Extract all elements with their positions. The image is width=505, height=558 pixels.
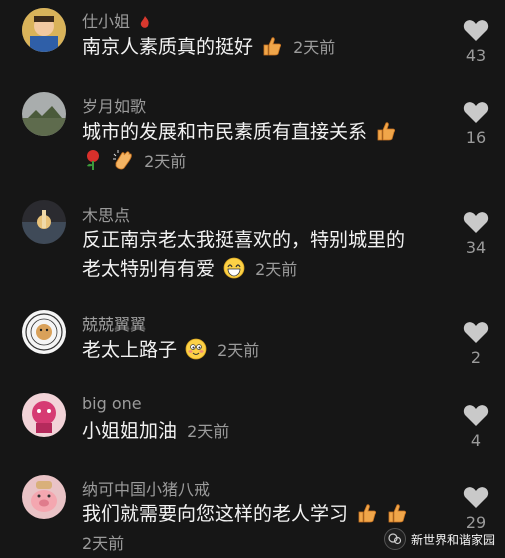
like-button[interactable]: 4: [462, 403, 490, 450]
like-count: 43: [465, 46, 487, 65]
comment-text[interactable]: 南京人素质真的挺好 2天前: [82, 33, 413, 62]
rose-icon: [82, 149, 104, 171]
heart-icon: [463, 20, 489, 41]
comment-text[interactable]: 老太上路子 2天前: [82, 336, 413, 365]
avatar[interactable]: [22, 310, 66, 354]
timestamp: 2天前: [255, 260, 298, 279]
like-count: 34: [465, 238, 487, 257]
avatar[interactable]: [22, 475, 66, 519]
timestamp: 2天前: [187, 422, 230, 441]
comment-item: 木思点 反正南京老太我挺喜欢的，特别城里的 老太特别有有爱 2天前 34: [0, 200, 505, 305]
grinning-face-icon: [223, 257, 245, 279]
timestamp: 2天前: [144, 152, 187, 171]
like-button[interactable]: 29: [462, 485, 490, 532]
comment-text[interactable]: 我们就需要向您这样的老人学习 2天前: [82, 500, 435, 558]
avatar[interactable]: [22, 393, 66, 437]
timestamp: 2天前: [293, 38, 336, 57]
comment-item: 仕小姐 南京人素质真的挺好 2天前 43: [0, 0, 505, 80]
like-count: 2: [470, 348, 482, 367]
thumbs-up-icon: [356, 502, 378, 524]
wechat-official-account-icon: [383, 528, 406, 550]
avatar[interactable]: [22, 92, 66, 136]
thumbs-up-icon: [386, 502, 408, 524]
username[interactable]: 纳可中国小猪八戒: [82, 480, 210, 499]
comment-text[interactable]: 反正南京老太我挺喜欢的，特别城里的 老太特别有有爱 2天前: [82, 226, 455, 284]
like-count: 4: [470, 431, 482, 450]
like-count: 16: [465, 128, 487, 147]
username[interactable]: 木思点: [82, 206, 130, 225]
flame-badge-icon: [140, 16, 149, 28]
username[interactable]: 兢兢翼翼: [82, 315, 146, 334]
avatar[interactable]: [22, 200, 66, 244]
heart-icon: [463, 405, 489, 426]
heart-icon: [463, 212, 489, 233]
username[interactable]: 岁月如歌: [82, 97, 146, 116]
like-button[interactable]: 34: [462, 210, 490, 257]
like-button[interactable]: 16: [462, 100, 490, 147]
timestamp: 2天前: [82, 534, 125, 553]
heart-icon: [463, 487, 489, 508]
comment-item: 兢兢翼翼 老太上路子 2天前 2: [0, 310, 505, 380]
thumbs-up-icon: [261, 35, 283, 57]
comment-item: 岁月如歌 城市的发展和市民素质有直接关系 2天前 16: [0, 90, 505, 190]
blushing-face-icon: [185, 338, 207, 360]
timestamp: 2天前: [217, 341, 260, 360]
comment-item: big one 小姐姐加油 2天前 4: [0, 393, 505, 463]
username[interactable]: big one: [82, 394, 142, 413]
username[interactable]: 仕小姐: [82, 12, 130, 31]
clapping-hands-icon: [112, 149, 134, 171]
watermark: 新世界和谐家园: [383, 528, 495, 550]
heart-icon: [463, 102, 489, 123]
heart-icon: [463, 322, 489, 343]
like-button[interactable]: 43: [462, 18, 490, 65]
watermark-text: 新世界和谐家园: [410, 532, 495, 547]
like-button[interactable]: 2: [462, 320, 490, 367]
avatar[interactable]: [22, 8, 66, 52]
comment-text[interactable]: 小姐姐加油 2天前: [82, 417, 413, 446]
thumbs-up-icon: [375, 120, 397, 142]
comment-text[interactable]: 城市的发展和市民素质有直接关系 2天前: [82, 118, 413, 176]
